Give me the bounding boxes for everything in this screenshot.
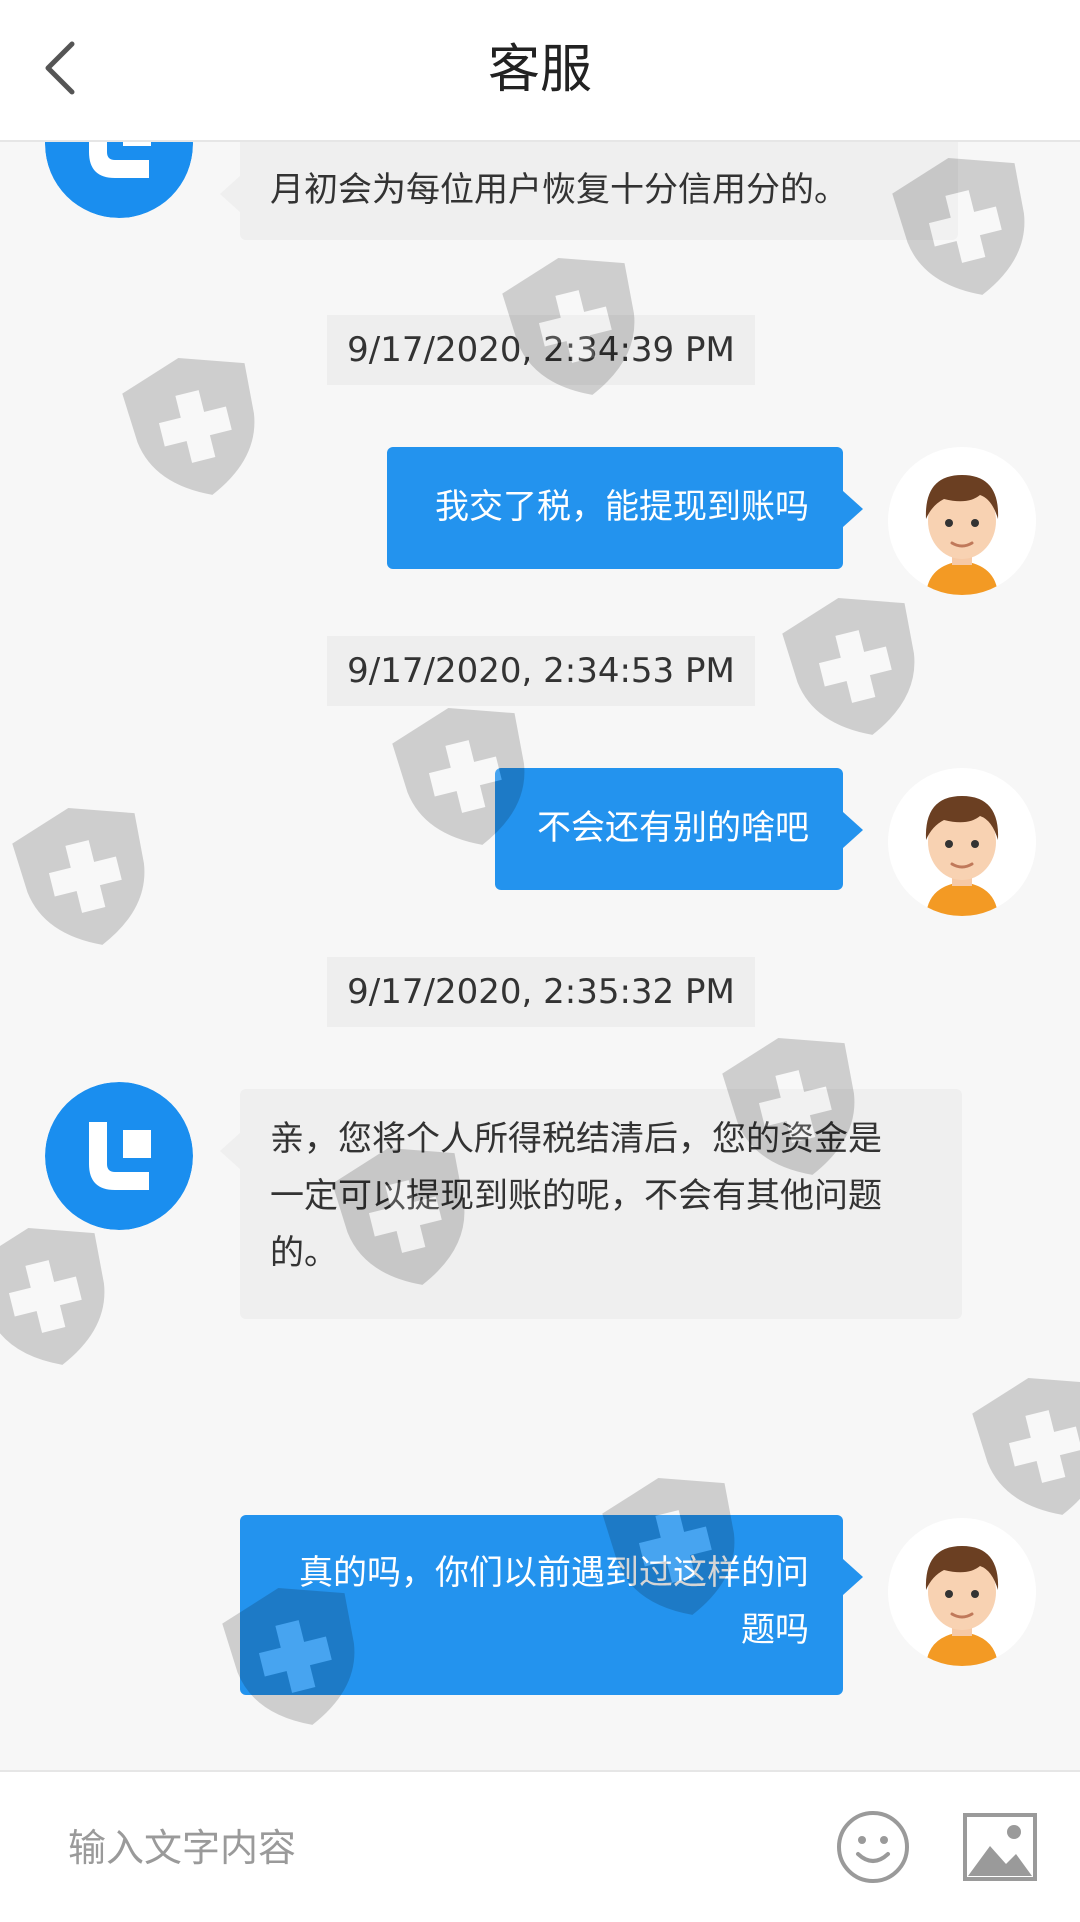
message-text-line: 一定可以提现到账的呢，不会有其他问题 bbox=[270, 1176, 882, 1216]
smiley-icon[interactable] bbox=[836, 1810, 910, 1884]
agent-avatar bbox=[45, 142, 193, 218]
page-title: 客服 bbox=[487, 40, 592, 100]
message-text-line: 真的吗，你们以前遇到过这样的问 bbox=[299, 1553, 809, 1593]
chat-area[interactable]: 月初会为每位用户恢复十分信用分的。 9/17/2020, 2:34:39 PM … bbox=[0, 142, 1080, 1770]
message-text: 月初会为每位用户恢复十分信用分的。 bbox=[270, 170, 848, 210]
top-bar: 客服 bbox=[0, 0, 1080, 142]
message-text-line: 亲，您将个人所得税结清后，您的资金是 bbox=[270, 1119, 882, 1159]
user-message-bubble: 不会还有别的啥吧 bbox=[495, 768, 863, 890]
user-avatar bbox=[888, 447, 1036, 595]
agent-avatar bbox=[45, 1082, 193, 1230]
message-timestamp: 9/17/2020, 2:34:53 PM bbox=[327, 636, 755, 706]
user-message-bubble: 我交了税，能提现到账吗 bbox=[387, 447, 863, 569]
user-message-bubble: 真的吗，你们以前遇到过这样的问 题吗 bbox=[240, 1515, 863, 1695]
message-input[interactable] bbox=[66, 1812, 770, 1884]
message-input-bar bbox=[0, 1770, 1080, 1922]
message-text: 不会还有别的啥吧 bbox=[537, 808, 809, 848]
message-timestamp: 9/17/2020, 2:35:32 PM bbox=[327, 957, 755, 1027]
agent-message-bubble: 亲，您将个人所得税结清后，您的资金是 一定可以提现到账的呢，不会有其他问题 的。 bbox=[220, 1089, 962, 1319]
agent-message-bubble: 月初会为每位用户恢复十分信用分的。 bbox=[220, 142, 958, 240]
user-avatar bbox=[888, 768, 1036, 916]
message-text-line: 的。 bbox=[270, 1233, 338, 1273]
message-text-line: 题吗 bbox=[741, 1610, 809, 1650]
message-timestamp: 9/17/2020, 2:34:39 PM bbox=[327, 315, 755, 385]
user-avatar bbox=[888, 1518, 1036, 1666]
image-icon[interactable] bbox=[962, 1812, 1038, 1882]
message-text: 我交了税，能提现到账吗 bbox=[435, 487, 809, 527]
